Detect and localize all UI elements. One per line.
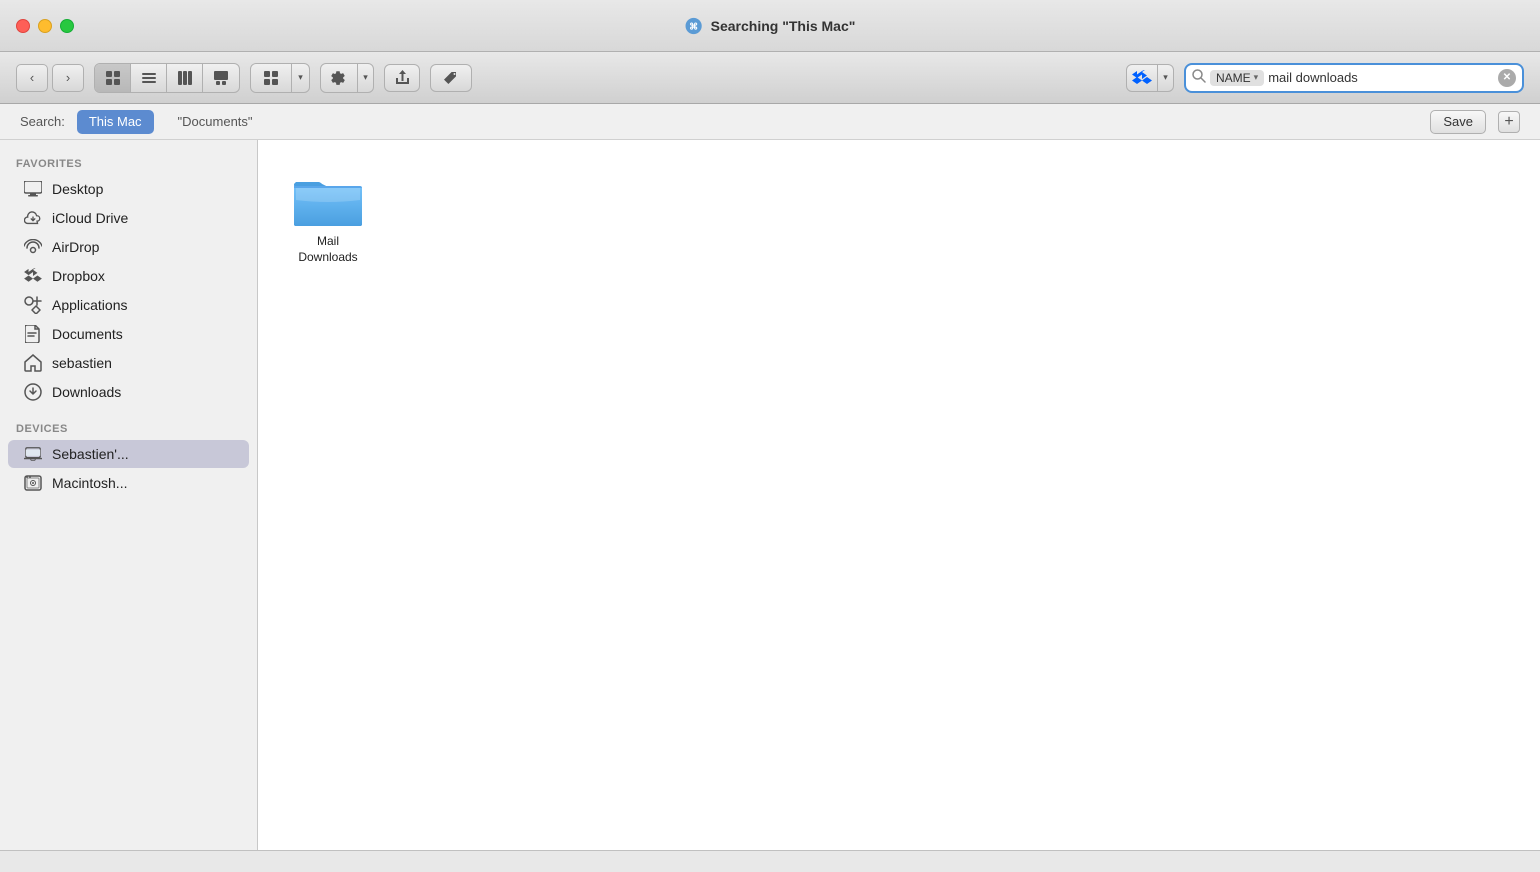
search-input[interactable] xyxy=(1268,70,1494,85)
sidebar: Favorites Desktop iCloud Drive xyxy=(0,140,258,850)
search-bar: NAME ▾ ✕ xyxy=(1184,63,1524,93)
sidebar-item-icloud[interactable]: iCloud Drive xyxy=(8,204,249,232)
downloads-icon xyxy=(24,383,42,401)
group-view-main[interactable] xyxy=(251,64,291,92)
svg-text:⌘: ⌘ xyxy=(689,21,698,31)
back-button[interactable]: ‹ xyxy=(16,64,48,92)
sidebar-item-dropbox[interactable]: Dropbox xyxy=(8,262,249,290)
view-buttons xyxy=(94,63,240,93)
view-cover-button[interactable] xyxy=(203,64,239,92)
group-icon xyxy=(263,70,279,86)
dropbox-button[interactable]: ▾ xyxy=(1126,64,1174,92)
dropbox-dropdown-arrow[interactable]: ▾ xyxy=(1157,64,1173,92)
save-search-button[interactable]: Save xyxy=(1430,110,1486,134)
cover-view-icon xyxy=(213,70,229,86)
share-icon xyxy=(395,70,410,86)
group-view-arrow[interactable]: ▾ xyxy=(291,64,309,92)
title-bar: ⌘ Searching "This Mac" xyxy=(0,0,1540,52)
toolbar: ‹ › xyxy=(0,52,1540,104)
close-button[interactable] xyxy=(16,19,30,33)
desktop-icon xyxy=(24,180,42,198)
window-title-area: ⌘ Searching "This Mac" xyxy=(685,17,856,35)
sidebar-item-documents[interactable]: Documents xyxy=(8,320,249,348)
minimize-button[interactable] xyxy=(38,19,52,33)
sidebar-item-desktop[interactable]: Desktop xyxy=(8,175,249,203)
forward-button[interactable]: › xyxy=(52,64,84,92)
content-area: Mail Downloads xyxy=(258,140,1540,850)
gear-button[interactable] xyxy=(321,64,357,92)
group-view-button[interactable]: ▾ xyxy=(250,63,310,93)
search-attribute-tag[interactable]: NAME ▾ xyxy=(1210,70,1264,86)
sidebar-item-documents-label: Documents xyxy=(52,326,123,342)
folder-name: Mail Downloads xyxy=(286,234,370,265)
sidebar-item-macintosh-hd-label: Macintosh... xyxy=(52,475,127,491)
window-controls xyxy=(16,19,74,33)
gear-arrow[interactable]: ▾ xyxy=(357,64,373,92)
bottom-bar xyxy=(0,850,1540,872)
view-icon-button[interactable] xyxy=(95,64,131,92)
tag-button[interactable] xyxy=(430,64,472,92)
finder-icon: ⌘ xyxy=(685,17,703,35)
applications-icon xyxy=(24,296,42,314)
tag-icon xyxy=(443,71,459,85)
list-view-icon xyxy=(141,70,157,86)
search-icon xyxy=(1192,69,1206,86)
name-tag-label: NAME xyxy=(1216,71,1251,85)
dropbox-icon xyxy=(1132,70,1152,86)
icon-view-icon xyxy=(105,70,121,86)
gear-icon xyxy=(331,70,347,86)
maximize-button[interactable] xyxy=(60,19,74,33)
name-tag-dropdown-arrow: ▾ xyxy=(1254,72,1259,83)
sidebar-item-sebastien[interactable]: sebastien xyxy=(8,349,249,377)
view-column-button[interactable] xyxy=(167,64,203,92)
scope-label: Search: xyxy=(20,114,65,129)
sidebar-item-macintosh-hd[interactable]: Macintosh... xyxy=(8,469,249,497)
sidebar-item-dropbox-label: Dropbox xyxy=(52,268,105,284)
sidebar-item-desktop-label: Desktop xyxy=(52,181,103,197)
add-criteria-button[interactable]: + xyxy=(1498,111,1520,133)
sidebar-item-sebastien-mac-label: Sebastien'... xyxy=(52,446,129,462)
search-scope-bar: Search: This Mac "Documents" Save + xyxy=(0,104,1540,140)
magnifier-icon xyxy=(1192,69,1206,83)
main-container: Favorites Desktop iCloud Drive xyxy=(0,140,1540,850)
laptop-icon xyxy=(24,445,42,463)
icloud-icon xyxy=(24,209,42,227)
folder-icon xyxy=(292,168,364,228)
dropbox-icon-area[interactable] xyxy=(1127,64,1157,92)
nav-buttons: ‹ › xyxy=(16,64,84,92)
sidebar-separator xyxy=(0,407,257,417)
folder-item-mail-downloads[interactable]: Mail Downloads xyxy=(278,160,378,273)
sidebar-item-downloads[interactable]: Downloads xyxy=(8,378,249,406)
home-icon xyxy=(24,354,42,372)
view-list-button[interactable] xyxy=(131,64,167,92)
sidebar-item-airdrop[interactable]: AirDrop xyxy=(8,233,249,261)
sidebar-item-applications[interactable]: Applications xyxy=(8,291,249,319)
window-title: Searching "This Mac" xyxy=(711,18,856,34)
devices-header: Devices xyxy=(0,417,257,439)
scope-documents-button[interactable]: "Documents" xyxy=(166,110,265,134)
sidebar-item-icloud-label: iCloud Drive xyxy=(52,210,128,226)
action-button[interactable]: ▾ xyxy=(320,63,374,93)
dropbox-sidebar-icon xyxy=(24,267,42,285)
search-clear-button[interactable]: ✕ xyxy=(1498,69,1516,87)
sidebar-item-applications-label: Applications xyxy=(52,297,128,313)
sidebar-item-sebastien-label: sebastien xyxy=(52,355,112,371)
disk-icon xyxy=(24,474,42,492)
documents-icon xyxy=(24,325,42,343)
scope-this-mac-button[interactable]: This Mac xyxy=(77,110,154,134)
favorites-header: Favorites xyxy=(0,152,257,174)
sidebar-item-sebastien-mac[interactable]: Sebastien'... xyxy=(8,440,249,468)
sidebar-item-downloads-label: Downloads xyxy=(52,384,121,400)
share-button[interactable] xyxy=(384,64,420,92)
column-view-icon xyxy=(177,70,193,86)
sidebar-item-airdrop-label: AirDrop xyxy=(52,239,99,255)
airdrop-icon xyxy=(24,238,42,256)
